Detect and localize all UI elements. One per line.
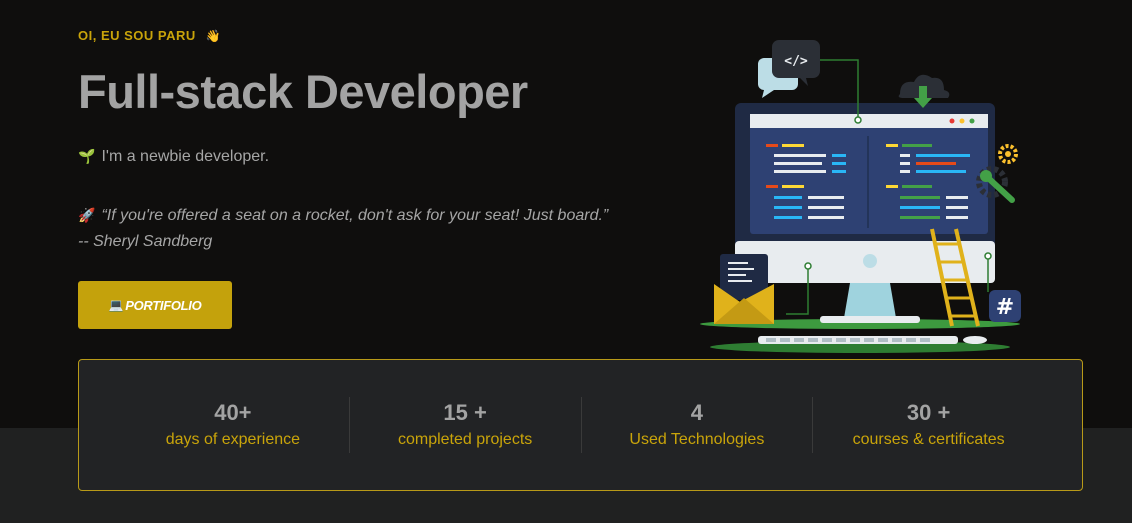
portfolio-button[interactable]: 💻 PORTIFOLIO bbox=[78, 281, 232, 329]
stat-value: 4 bbox=[690, 399, 703, 425]
monitor-base bbox=[820, 316, 920, 323]
monitor-stand bbox=[844, 283, 896, 318]
quote: 🚀 “If you're offered a seat on a rocket, … bbox=[78, 202, 618, 255]
greeting: OI, EU SOU PARU 👋 bbox=[78, 28, 221, 43]
waving-hand-icon: 👋 bbox=[205, 29, 222, 43]
window-dot-green bbox=[969, 118, 975, 124]
stat-value: 40+ bbox=[214, 399, 252, 425]
greeting-text: OI, EU SOU PARU bbox=[78, 28, 196, 43]
page-title: Full-stack Developer bbox=[78, 65, 528, 118]
stat-value: 15 + bbox=[443, 399, 487, 425]
monitor-button bbox=[863, 254, 877, 268]
stat-label: courses & certificates bbox=[852, 430, 1005, 448]
stats-card: 40+ days of experience 15 + completed pr… bbox=[78, 359, 1083, 491]
seedling-icon: 🌱 bbox=[78, 148, 96, 164]
stat-label: days of experience bbox=[165, 430, 301, 448]
laptop-icon: 💻 bbox=[108, 298, 124, 312]
stat-label: Used Technologies bbox=[629, 430, 765, 448]
mouse bbox=[963, 336, 987, 344]
window-dot-yellow bbox=[959, 118, 965, 124]
window-dot-red bbox=[949, 118, 955, 124]
portfolio-button-label: PORTIFOLIO bbox=[125, 297, 202, 313]
code-symbol-icon: </> bbox=[784, 54, 808, 69]
stat-courses: 30 + courses & certificates bbox=[812, 397, 1044, 453]
stat-technologies: 4 Used Technologies bbox=[580, 397, 813, 453]
developer-illustration: </> # bbox=[700, 40, 1021, 353]
stat-value: 30 + bbox=[906, 399, 951, 425]
stat-experience: 40+ days of experience bbox=[117, 397, 349, 453]
intro-text: 🌱 I'm a newbie developer. bbox=[78, 148, 269, 166]
hash-icon: # bbox=[996, 295, 1014, 320]
rocket-icon: 🚀 bbox=[78, 207, 96, 223]
stat-label: completed projects bbox=[397, 430, 533, 448]
intro-label: I'm a newbie developer. bbox=[101, 148, 270, 165]
quote-text: “If you're offered a seat on a rocket, d… bbox=[78, 207, 609, 250]
stat-projects: 15 + completed projects bbox=[348, 397, 581, 453]
